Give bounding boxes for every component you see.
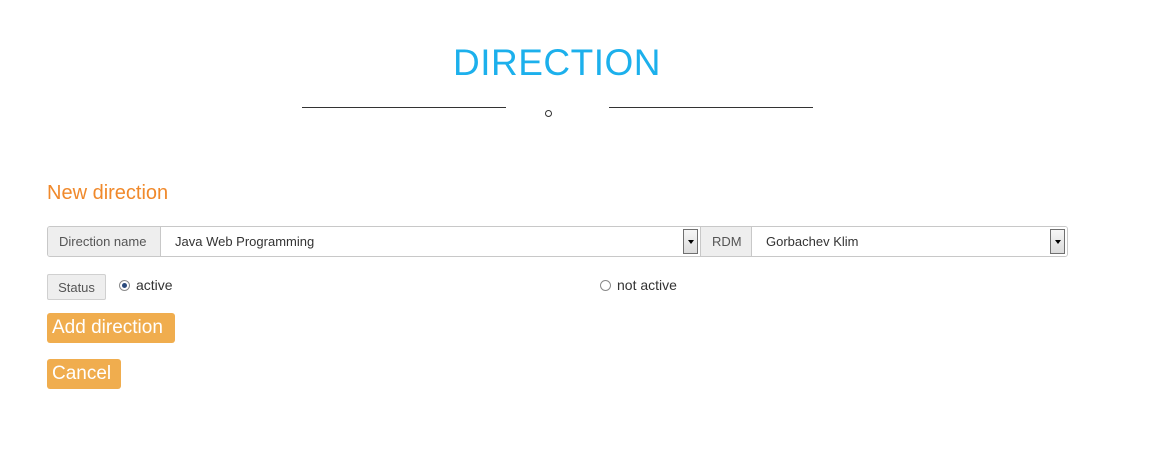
chevron-down-icon[interactable] <box>683 229 698 254</box>
rdm-label: RDM <box>700 227 752 256</box>
add-direction-button[interactable]: Add direction <box>47 313 175 343</box>
status-not-active-label: not active <box>617 277 677 293</box>
direction-name-select[interactable]: Java Web Programming <box>161 227 700 256</box>
status-group: Status active not active <box>47 274 1047 300</box>
status-not-active-option[interactable]: not active <box>600 277 677 293</box>
direction-name-value: Java Web Programming <box>175 234 315 249</box>
status-active-label: active <box>136 277 173 293</box>
direction-input-group: Direction name Java Web Programming RDM … <box>47 226 1068 257</box>
page-title: DIRECTION <box>453 42 661 83</box>
status-active-option[interactable]: active <box>119 277 173 293</box>
section-title: New direction <box>47 182 169 204</box>
page: DIRECTION New direction Direction name J… <box>0 0 1168 458</box>
radio-unchecked-icon[interactable] <box>600 279 611 291</box>
chevron-down-icon[interactable] <box>1050 229 1065 254</box>
circle-ornament-icon <box>545 110 552 117</box>
direction-name-label: Direction name <box>48 227 161 256</box>
rdm-value: Gorbachev Klim <box>766 234 859 249</box>
rdm-select[interactable]: Gorbachev Klim <box>752 227 1067 256</box>
cancel-button[interactable]: Cancel <box>47 359 121 389</box>
status-label: Status <box>47 274 106 300</box>
title-divider-right <box>609 107 813 108</box>
radio-checked-icon[interactable] <box>119 279 130 291</box>
title-divider-left <box>302 107 506 108</box>
